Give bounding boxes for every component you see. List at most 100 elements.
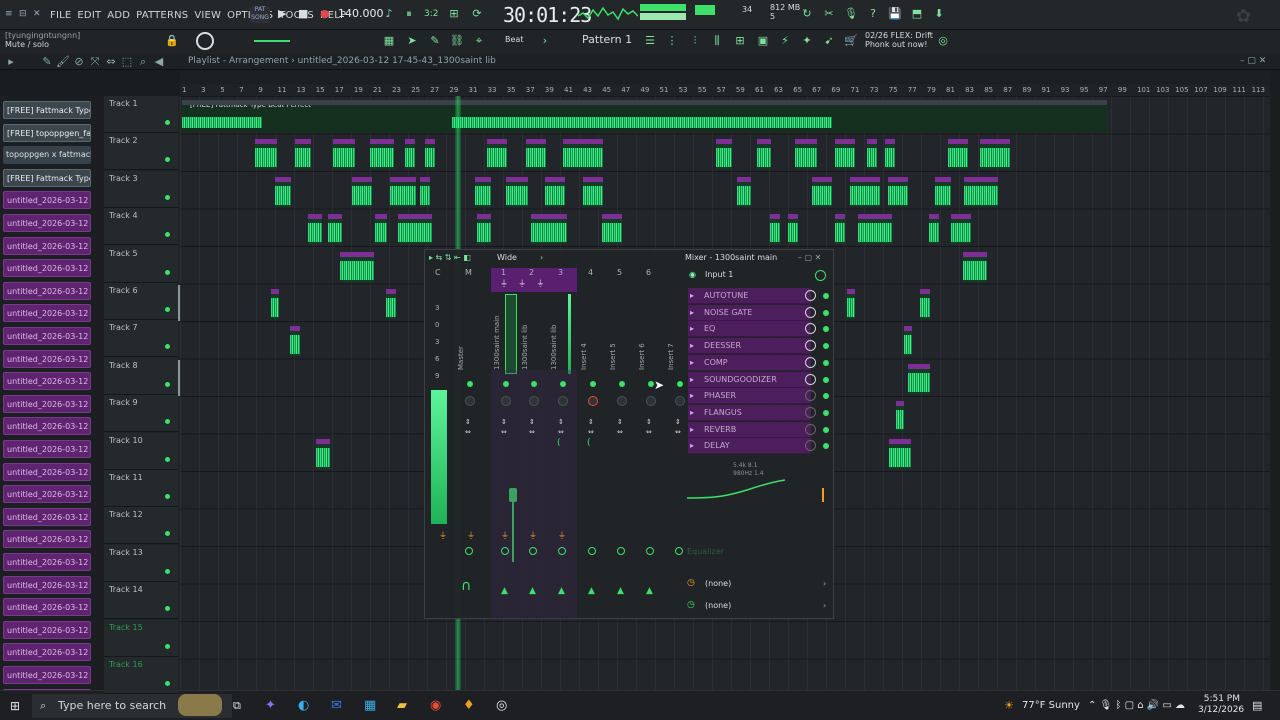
pan-knob[interactable] <box>501 396 511 406</box>
route-indicator[interactable] <box>558 547 566 555</box>
fx-enable-led[interactable] <box>823 376 829 383</box>
route-indicator[interactable] <box>675 547 683 555</box>
track-header[interactable]: Track 16 <box>104 657 178 694</box>
audio-clip[interactable] <box>375 214 387 245</box>
track-header[interactable]: Track 12 <box>104 507 178 545</box>
track-header[interactable]: Track 11 <box>104 470 178 507</box>
track-header[interactable]: Track 8 <box>104 357 178 395</box>
store-icon[interactable]: ▦ <box>364 698 376 713</box>
track-header[interactable]: Track 6 <box>104 283 178 320</box>
audio-clip[interactable]: unti..lib <box>896 401 904 432</box>
track-enable-led[interactable] <box>165 344 170 350</box>
route-indicator[interactable] <box>588 547 596 555</box>
route-indicator[interactable] <box>646 547 654 555</box>
audio-clip[interactable]: unti..lib <box>316 438 330 469</box>
audio-clip[interactable]: unti..lib <box>255 139 277 170</box>
track-header[interactable]: Track 14 <box>104 582 178 620</box>
strip-enable-led[interactable] <box>503 381 509 387</box>
stereo-arrows-icon[interactable]: ⇕ <box>465 418 471 426</box>
outlook-icon[interactable]: ✉ <box>331 698 342 713</box>
fx-mix-knob[interactable] <box>805 440 816 452</box>
task-view-icon[interactable]: ⧉ <box>233 699 241 713</box>
fx-enable-led[interactable] <box>823 293 829 299</box>
audio-clip[interactable] <box>405 139 415 170</box>
stereo-arrows-icon[interactable]: ⇕ <box>558 418 564 426</box>
route-arrow-icon[interactable]: ▲ <box>646 586 653 596</box>
mixer-strip-name[interactable]: Insert 7 <box>667 343 675 370</box>
fx-enable-led[interactable] <box>823 359 829 366</box>
audio-clip[interactable]: unti..lib <box>908 363 930 394</box>
swap-icon[interactable]: ⇔ <box>675 428 681 436</box>
pan-knob[interactable] <box>617 396 627 406</box>
stereo-arrows-icon[interactable]: ⇕ <box>617 418 623 426</box>
strip-enable-led[interactable] <box>677 381 683 387</box>
audio-clip[interactable] <box>757 139 771 170</box>
audio-clip[interactable] <box>929 214 939 245</box>
fx-enable-led[interactable] <box>823 393 829 400</box>
audio-clip[interactable] <box>425 139 435 170</box>
track1-long-clip[interactable]: [FREE] Fattmack Type Beat Perfect <box>182 100 1107 132</box>
strip-enable-led[interactable] <box>619 381 625 387</box>
track-enable-led[interactable] <box>165 194 170 200</box>
audio-clip[interactable] <box>583 176 603 207</box>
pan-knob[interactable] <box>646 396 656 406</box>
start-icon[interactable]: ⊞ <box>10 699 20 713</box>
track-header[interactable]: Track 9 <box>104 395 178 433</box>
audio-clip[interactable] <box>475 176 491 207</box>
mixer-column-number[interactable]: 4 <box>588 268 593 277</box>
fx-slot-soundgoodizer[interactable]: ▸ SOUNDGOODIZER <box>688 371 811 388</box>
audio-clip[interactable]: unti..lib <box>545 176 565 207</box>
mixer-column-number[interactable]: 5 <box>617 268 622 277</box>
strip-enable-led[interactable] <box>590 381 596 387</box>
fx-enable-led[interactable] <box>823 409 829 416</box>
track-enable-led[interactable] <box>165 232 170 238</box>
route-arrow-icon[interactable]: ▲ <box>501 586 508 596</box>
audio-clip[interactable]: unti..lib <box>935 176 951 207</box>
audio-clip[interactable] <box>506 176 528 207</box>
copilot-icon[interactable]: ✦ <box>265 698 276 713</box>
track-enable-led[interactable] <box>165 120 170 125</box>
swap-icon[interactable]: ⇔ <box>558 428 564 436</box>
stereo-arrows-icon[interactable]: ⇕ <box>675 418 681 426</box>
tray-icons[interactable]: ⌃ 🎙 ᛒ ▢ ⌂ 🔊 ▭ ☁ <box>1088 700 1185 711</box>
mixer-window-controls[interactable]: – ▢ ✕ <box>798 253 821 262</box>
audio-clip[interactable] <box>889 438 911 469</box>
fx-slot-eq[interactable]: ▸ EQ <box>688 321 811 338</box>
fx-enable-led[interactable] <box>823 426 829 433</box>
track-header[interactable]: Track 5 <box>104 245 178 283</box>
route-indicator[interactable] <box>617 547 625 555</box>
track-header[interactable]: Track 15 <box>104 619 178 657</box>
mixer-strip-name[interactable]: Master <box>457 346 465 370</box>
chrome-icon[interactable]: ◉ <box>430 698 441 713</box>
mixer-column-number[interactable]: 6 <box>646 268 651 277</box>
send2-chevron-icon[interactable]: › <box>823 601 826 610</box>
fx-mix-knob[interactable] <box>805 423 816 435</box>
route-arrow-icon[interactable]: ▲ <box>588 586 595 596</box>
fx-mix-knob[interactable] <box>805 406 816 418</box>
audio-clip[interactable] <box>980 139 1010 170</box>
send1-target[interactable]: (none) <box>705 579 731 588</box>
audio-clip[interactable]: unti..lib <box>275 176 291 207</box>
track-header[interactable]: Track 3 <box>104 170 178 208</box>
fx-bypass-icon[interactable]: ⏚ <box>529 530 537 541</box>
audio-clip[interactable] <box>770 214 780 245</box>
audio-clip[interactable]: unti..lib <box>812 176 832 207</box>
mixer-strip-name[interactable]: Insert 4 <box>580 343 588 370</box>
track-enable-led[interactable] <box>165 419 170 425</box>
audio-clip[interactable] <box>963 251 987 282</box>
audio-clip[interactable] <box>858 214 892 245</box>
audio-clip[interactable] <box>390 176 416 207</box>
audio-clip[interactable] <box>788 214 798 245</box>
audio-clip[interactable]: unti..lib <box>602 214 622 245</box>
track-enable-led[interactable] <box>165 606 170 612</box>
track-enable-led[interactable] <box>165 381 170 387</box>
mixer-strip-name[interactable]: 1300saint lib <box>550 325 558 370</box>
fl-studio-taskbar-icon[interactable]: ♦ <box>463 698 475 713</box>
swap-icon[interactable]: ⇔ <box>465 428 471 436</box>
audio-clip[interactable] <box>867 139 877 170</box>
mixer-column-number[interactable]: 2 <box>529 268 534 277</box>
fx-slot-delay[interactable]: ▸ DELAY <box>688 438 811 455</box>
audio-clip[interactable]: unti..lib <box>271 289 279 319</box>
fx-slot-comp[interactable]: ▸ COMP <box>688 354 811 371</box>
audio-clip[interactable] <box>531 214 567 245</box>
